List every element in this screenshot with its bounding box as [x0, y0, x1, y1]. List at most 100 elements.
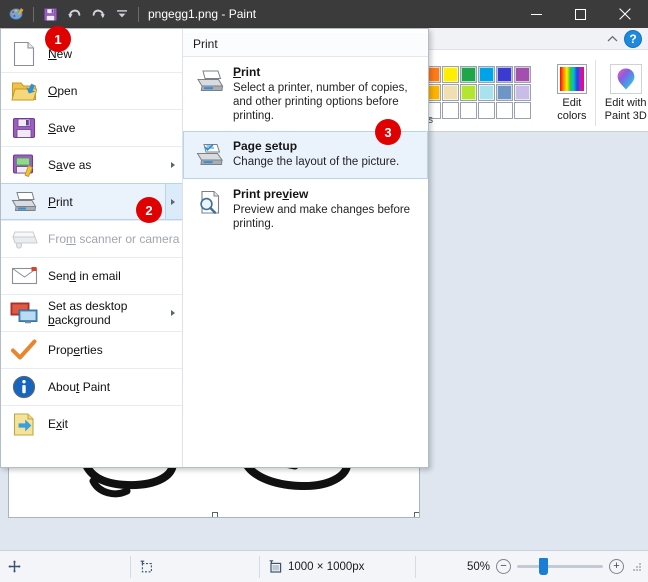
menu-item-new[interactable]: New [1, 35, 182, 72]
quick-access-toolbar [0, 3, 142, 25]
menu-item-save-as[interactable]: Save as [1, 146, 182, 183]
submenu-item-title: Print preview [233, 187, 308, 201]
status-image-size: 1000 × 1000px [260, 551, 415, 582]
color-swatch-empty[interactable] [478, 102, 495, 119]
window-title: pngegg1.png - Paint [148, 7, 256, 21]
submenu-item-description: Preview and make changes before printing… [233, 203, 419, 231]
zoom-percent-label: 50% [467, 561, 490, 573]
exit-icon [9, 409, 39, 439]
menu-item-label: Set as desktop background [48, 299, 182, 327]
status-image-size-value: 1000 × 1000px [288, 561, 364, 573]
callout-badge-1: 1 [45, 26, 71, 52]
color-swatch-spacer [532, 84, 549, 101]
color-swatch[interactable] [478, 66, 495, 83]
selection-size-icon [139, 560, 153, 573]
submenu-item-title: Page setup [233, 139, 297, 153]
zoom-in-button[interactable]: + [609, 559, 624, 574]
color-swatch[interactable] [478, 84, 495, 101]
save-floppy-icon [9, 113, 39, 143]
submenu-item-print-preview[interactable]: Print preview Preview and make changes b… [183, 179, 428, 239]
submenu-item-description: Select a printer, number of copies, and … [233, 81, 419, 123]
save-as-icon [9, 150, 39, 180]
minimize-button[interactable] [514, 0, 558, 28]
menu-item-label: From scanner or camera [48, 232, 179, 246]
color-swatch[interactable] [442, 66, 459, 83]
menu-item-about-paint[interactable]: About Paint [1, 368, 182, 405]
save-icon[interactable] [39, 3, 61, 25]
zoom-slider-thumb[interactable] [539, 558, 548, 575]
title-bar: pngegg1.png - Paint [0, 0, 648, 28]
print-submenu-panel: Print Print Select a printer, number of … [183, 29, 428, 467]
menu-item-exit[interactable]: Exit [1, 405, 182, 442]
submenu-item-description: Change the layout of the picture. [233, 155, 399, 169]
colors-group: Edit colors [424, 52, 648, 130]
menu-item-save[interactable]: Save [1, 109, 182, 146]
checkmark-icon [9, 335, 39, 365]
color-swatch-empty[interactable] [496, 102, 513, 119]
menu-item-from-scanner-or-camera: From scanner or camera [1, 220, 182, 257]
print-submenu-title: Print [183, 33, 428, 57]
new-document-icon [9, 39, 39, 69]
ribbon-group-divider [595, 60, 596, 126]
email-icon [9, 261, 39, 291]
canvas-resize-handle-bottom[interactable] [212, 512, 218, 518]
canvas-resize-handle-corner[interactable] [414, 512, 420, 518]
menu-item-label: Properties [48, 343, 103, 357]
submenu-item-title: Print [233, 65, 260, 79]
menu-item-label: Open [48, 84, 77, 98]
menu-item-properties[interactable]: Properties [1, 331, 182, 368]
menu-item-set-as-desktop-background[interactable]: Set as desktop background [1, 294, 182, 331]
desktop-background-icon [9, 298, 39, 328]
color-swatch-empty[interactable] [514, 102, 531, 119]
customize-qat-icon[interactable] [111, 3, 133, 25]
edit-colors-icon [557, 64, 587, 94]
qat-separator-2 [138, 7, 139, 22]
status-selection-size [131, 551, 259, 582]
scanner-icon [9, 224, 39, 254]
paint3d-label-line1: Edit with [605, 97, 647, 109]
menu-item-send-in-email[interactable]: Send in email [1, 257, 182, 294]
page-setup-icon [194, 139, 226, 171]
menu-item-label: Send in email [48, 269, 121, 283]
file-menu-panel: New Open [0, 28, 429, 468]
chevron-right-icon [171, 310, 175, 316]
edit-colors-label-line2: colors [557, 110, 586, 122]
close-button[interactable] [602, 0, 648, 28]
menu-item-label: Save [48, 121, 75, 135]
color-swatch-empty[interactable] [460, 102, 477, 119]
zoom-control: 50% − + [467, 559, 648, 574]
resize-grip-icon[interactable] [632, 562, 642, 572]
zoom-out-button[interactable]: − [496, 559, 511, 574]
color-swatch[interactable] [496, 66, 513, 83]
color-swatch-spacer [532, 66, 549, 83]
color-swatch[interactable] [460, 66, 477, 83]
callout-badge-2: 2 [136, 197, 162, 223]
menu-item-label: Print [48, 195, 73, 209]
status-cursor-position [0, 551, 130, 582]
paint-logo-icon[interactable] [6, 3, 28, 25]
color-swatch[interactable] [442, 84, 459, 101]
help-icon[interactable]: ? [624, 30, 642, 48]
menu-item-label: Exit [48, 417, 68, 431]
color-swatch[interactable] [496, 84, 513, 101]
image-size-icon [268, 560, 282, 573]
color-swatch[interactable] [514, 84, 531, 101]
color-swatch[interactable] [514, 66, 531, 83]
menu-item-label: Save as [48, 158, 91, 172]
chevron-right-icon [171, 199, 175, 205]
cursor-position-icon [8, 560, 21, 573]
zoom-slider-track[interactable] [517, 565, 603, 568]
collapse-ribbon-icon[interactable] [604, 31, 620, 47]
color-swatch[interactable] [460, 84, 477, 101]
undo-icon[interactable] [63, 3, 85, 25]
redo-icon[interactable] [87, 3, 109, 25]
edit-with-paint3d-button[interactable]: Edit with Paint 3D [603, 64, 648, 123]
paint-window: pngegg1.png - Paint File ? [0, 0, 648, 582]
menu-item-open[interactable]: Open [1, 72, 182, 109]
edit-colors-button[interactable]: Edit colors [555, 64, 589, 123]
paint3d-icon [610, 64, 642, 94]
maximize-button[interactable] [558, 0, 602, 28]
window-controls [514, 0, 648, 28]
color-swatch-empty[interactable] [442, 102, 459, 119]
printer-icon [194, 65, 226, 97]
